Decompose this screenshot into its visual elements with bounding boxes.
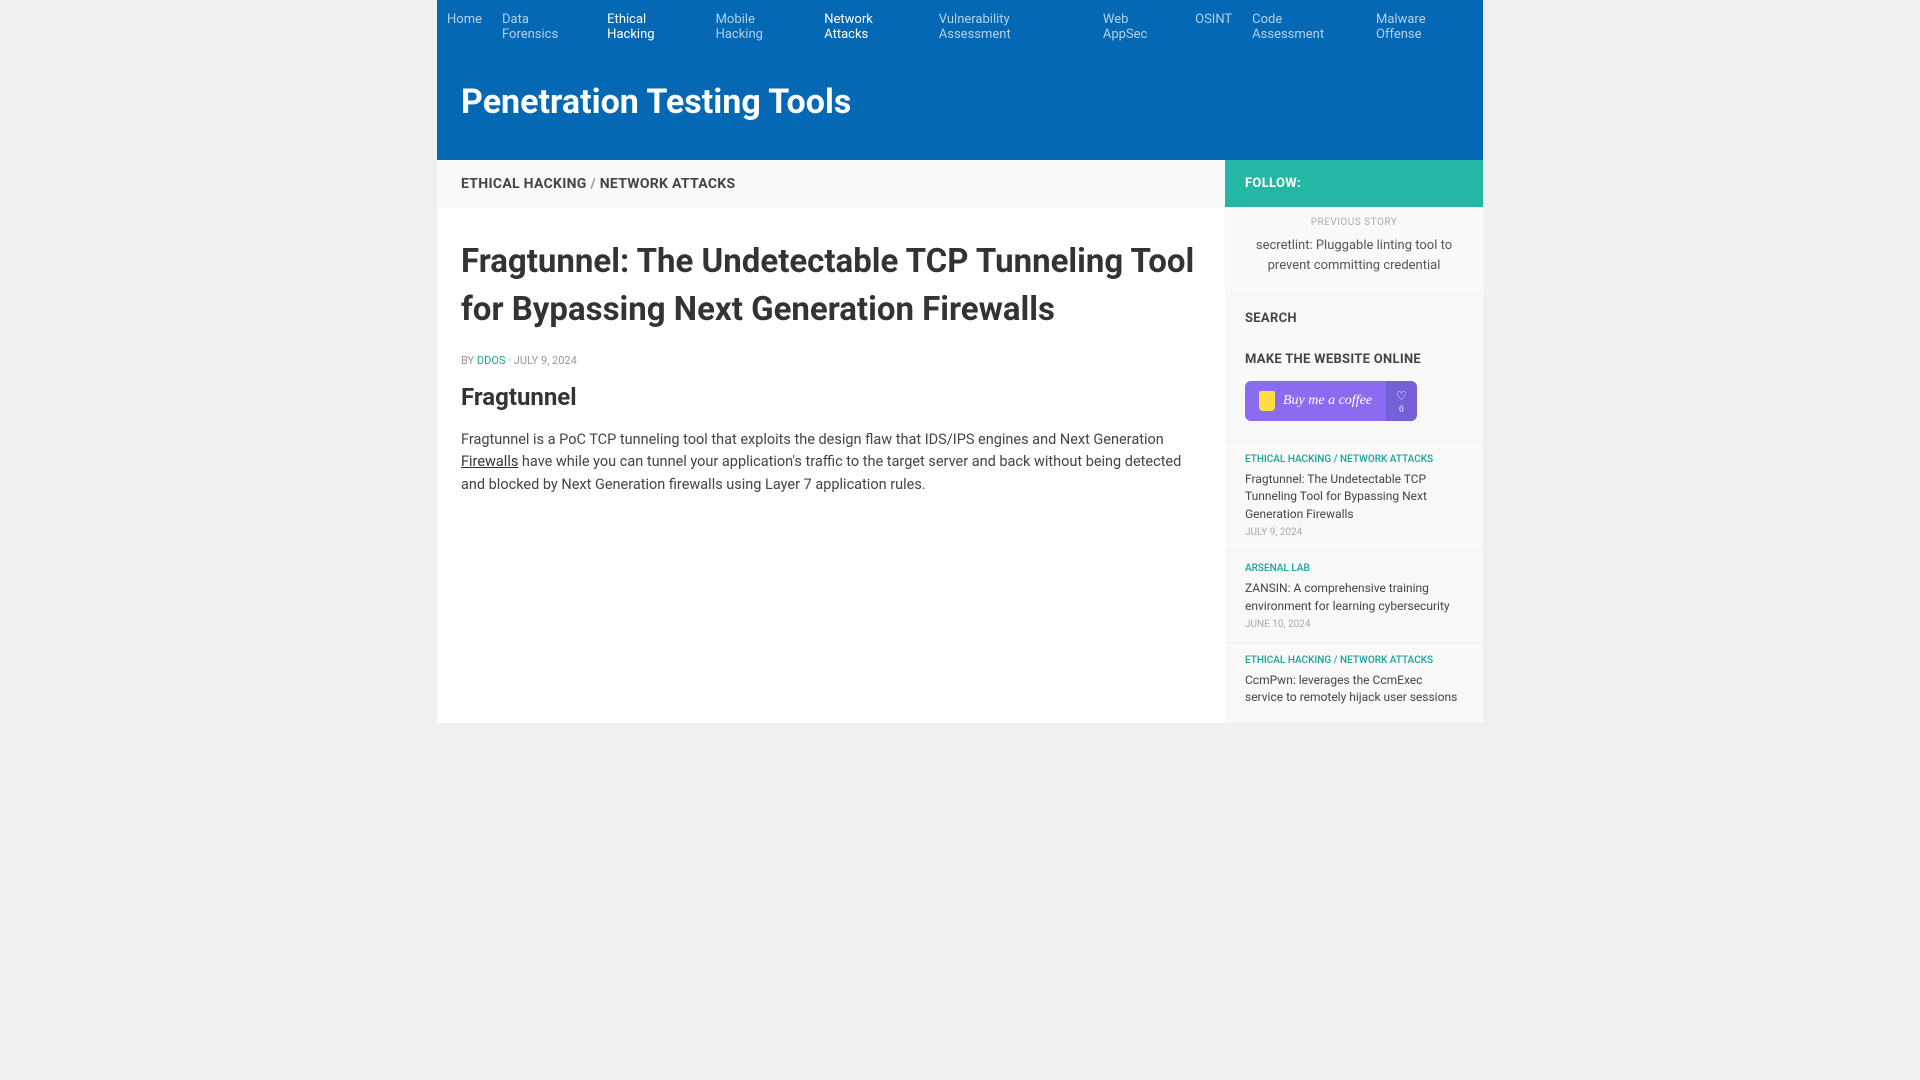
buy-me-a-coffee-button[interactable]: Buy me a coffee ♡ 0	[1245, 381, 1417, 421]
category-link-network-attacks[interactable]: NETWORK ATTACKS	[600, 176, 736, 192]
byline-by: BY	[461, 354, 474, 367]
body-text-post: have while you can tunnel your applicati…	[461, 453, 1181, 492]
previous-story-title: secretlint: Pluggable linting tool to pr…	[1225, 228, 1483, 293]
previous-story[interactable]: PREVIOUS STORY secretlint: Pluggable lin…	[1225, 207, 1483, 293]
category-link-ethical-hacking[interactable]: ETHICAL HACKING	[461, 176, 587, 192]
bmc-label: Buy me a coffee	[1283, 393, 1372, 409]
search-heading: SEARCH	[1225, 293, 1483, 334]
related-item[interactable]: ETHICAL HACKING / NETWORK ATTACKS CcmPwn…	[1225, 642, 1483, 723]
nav-item-code-assessment[interactable]: Code Assessment	[1242, 0, 1366, 54]
coffee-cup-icon	[1259, 391, 1275, 411]
sidebar: FOLLOW: PREVIOUS STORY secretlint: Plugg…	[1225, 160, 1483, 723]
article-content: Fragtunnel: The Undetectable TCP Tunneli…	[437, 208, 1225, 526]
nav-item-osint[interactable]: OSINT	[1185, 0, 1242, 54]
related-title: Fragtunnel: The Undetectable TCP Tunneli…	[1245, 471, 1463, 523]
related-date: JULY 9, 2024	[1245, 527, 1463, 538]
nav-item-data-forensics[interactable]: Data Forensics	[492, 0, 597, 54]
related-title: CcmPwn: leverages the CcmExec service to…	[1245, 672, 1463, 707]
hero-banner: Penetration Testing Tools	[437, 54, 1483, 160]
main-column: ETHICAL HACKING / NETWORK ATTACKS Fragtu…	[437, 160, 1225, 723]
nav-item-ethical-hacking[interactable]: Ethical Hacking	[597, 0, 705, 54]
article-body: Fragtunnel is a PoC TCP tunneling tool t…	[461, 429, 1201, 496]
nav-item-web-appsec[interactable]: Web AppSec	[1093, 0, 1185, 54]
nav-item-malware-offense[interactable]: Malware Offense	[1366, 0, 1483, 54]
author-link[interactable]: DDOS	[477, 354, 506, 367]
related-cats[interactable]: ARSENAL LAB	[1245, 563, 1463, 574]
related-item[interactable]: ETHICAL HACKING / NETWORK ATTACKS Fragtu…	[1225, 441, 1483, 550]
bmc-like-count: 0	[1399, 404, 1404, 414]
related-item[interactable]: ARSENAL LAB ZANSIN: A comprehensive trai…	[1225, 550, 1483, 642]
byline: BY DDOS · JULY 9, 2024	[461, 354, 1201, 367]
related-date: JUNE 10, 2024	[1245, 619, 1463, 630]
top-nav: Home Data Forensics Ethical Hacking Mobi…	[437, 0, 1483, 54]
article-date: JULY 9, 2024	[514, 354, 577, 367]
bmc-like: ♡ 0	[1386, 381, 1417, 421]
content-row: ETHICAL HACKING / NETWORK ATTACKS Fragtu…	[437, 160, 1483, 723]
section-heading: Fragtunnel	[461, 383, 1201, 411]
body-text-pre: Fragtunnel is a PoC TCP tunneling tool t…	[461, 431, 1164, 448]
previous-story-label: PREVIOUS STORY	[1225, 207, 1483, 228]
related-title: ZANSIN: A comprehensive training environ…	[1245, 580, 1463, 615]
related-cats[interactable]: ETHICAL HACKING / NETWORK ATTACKS	[1245, 454, 1463, 465]
category-bar: ETHICAL HACKING / NETWORK ATTACKS	[437, 160, 1225, 208]
nav-item-network-attacks[interactable]: Network Attacks	[814, 0, 929, 54]
nav-item-home[interactable]: Home	[437, 0, 492, 54]
site-title[interactable]: Penetration Testing Tools	[461, 82, 1459, 122]
category-separator: /	[590, 176, 596, 192]
nav-item-mobile-hacking[interactable]: Mobile Hacking	[706, 0, 815, 54]
firewalls-link[interactable]: Firewalls	[461, 453, 518, 470]
heart-icon: ♡	[1396, 389, 1407, 404]
page-wrapper: Home Data Forensics Ethical Hacking Mobi…	[437, 0, 1483, 723]
article-title: Fragtunnel: The Undetectable TCP Tunneli…	[461, 238, 1201, 334]
follow-bar: FOLLOW:	[1225, 160, 1483, 207]
nav-item-vulnerability-assessment[interactable]: Vulnerability Assessment	[929, 0, 1093, 54]
bmc-main: Buy me a coffee	[1245, 381, 1386, 421]
bmc-heading: MAKE THE WEBSITE ONLINE	[1225, 334, 1483, 375]
related-cats[interactable]: ETHICAL HACKING / NETWORK ATTACKS	[1245, 655, 1463, 666]
byline-dot: ·	[508, 354, 511, 367]
